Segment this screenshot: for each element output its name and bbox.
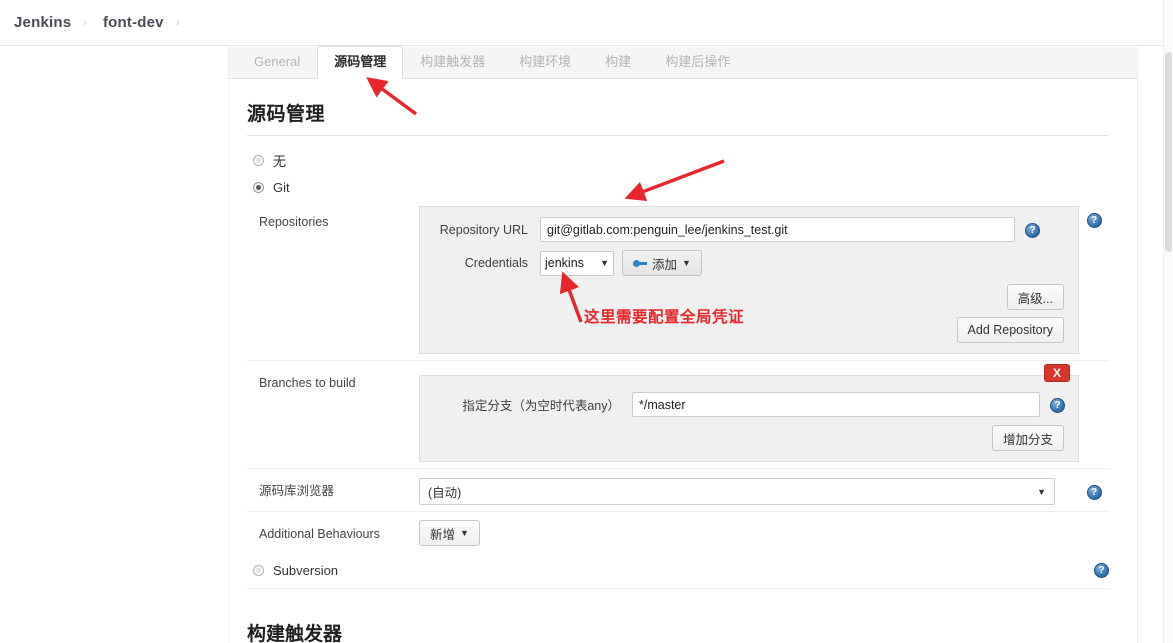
scm-option-subversion-label: Subversion <box>273 562 339 578</box>
additional-behaviours-row: Additional Behaviours 新增 ▼ <box>247 512 1109 552</box>
credentials-selected-value: jenkins <box>545 256 584 270</box>
repository-browser-label: 源码库浏览器 <box>259 484 335 498</box>
repository-url-help-icon[interactable]: ? <box>1025 222 1040 238</box>
config-tab-bar: General 源码管理 构建触发器 构建环境 构建 构建后操作 <box>229 46 1137 79</box>
scm-section: 源码管理 无 Git Repositories Repository URL g… <box>229 79 1137 643</box>
add-branch-button-row: 增加分支 <box>432 425 1066 451</box>
branches-label: Branches to build <box>259 376 356 390</box>
advanced-button[interactable]: 高级... <box>1006 284 1064 310</box>
branch-spec-help-icon[interactable]: ? <box>1050 397 1065 413</box>
page-scrollbar-thumb[interactable] <box>1165 52 1172 252</box>
add-repository-button-row: Add Repository <box>432 317 1066 343</box>
additional-behaviours-label: Additional Behaviours <box>259 527 380 541</box>
repository-browser-row: 源码库浏览器 (自动) ▼ ? <box>247 469 1109 512</box>
page-body: General 源码管理 构建触发器 构建环境 构建 构建后操作 源码管理 无 … <box>0 46 1173 643</box>
jenkins-job-config-page: Jenkins › font-dev › General 源码管理 构建触发器 … <box>0 0 1173 643</box>
chevron-down-icon: ▼ <box>600 258 609 268</box>
repository-url-label: Repository URL <box>439 222 528 237</box>
add-credentials-chevron-down-icon: ▼ <box>682 258 691 268</box>
branches-row: Branches to build X 指定分支（为空时代表any） ? <box>247 361 1109 469</box>
key-icon <box>633 259 647 268</box>
build-triggers-section-title: 构建触发器 <box>247 603 1109 643</box>
repository-browser-body: (自动) ▼ <box>419 469 1079 511</box>
advanced-button-row: 高级... <box>432 284 1066 317</box>
additional-behaviours-body: 新增 ▼ <box>419 512 1079 552</box>
repositories-label: Repositories <box>259 215 329 229</box>
subversion-help-icon[interactable]: ? <box>1094 563 1109 579</box>
scm-option-none-label: 无 <box>273 154 287 169</box>
repositories-row: Repositories Repository URL ? <box>247 200 1109 361</box>
credentials-row: Credentials jenkins ▼ 添加 ▼ <box>432 250 1066 276</box>
repository-browser-help-cell: ? <box>1079 469 1109 501</box>
additional-behaviours-help-cell <box>1079 512 1109 524</box>
scm-option-subversion[interactable]: Subversion ? <box>247 552 1109 590</box>
repositories-body: Repository URL ? Credentials jenkins <box>419 200 1079 360</box>
branch-block: X 指定分支（为空时代表any） ? 增加分支 <box>419 364 1079 462</box>
repositories-help-icon[interactable]: ? <box>1086 213 1102 229</box>
repository-browser-select[interactable]: (自动) ▼ <box>419 478 1055 505</box>
radio-subversion-icon[interactable] <box>253 564 264 576</box>
add-behaviour-label: 新增 <box>430 527 456 542</box>
delete-branch-button[interactable]: X <box>1044 364 1070 382</box>
breadcrumb-separator-icon: › <box>83 16 87 29</box>
branches-help-cell <box>1079 361 1109 373</box>
tab-general[interactable]: General <box>237 46 317 79</box>
add-repository-button[interactable]: Add Repository <box>956 317 1064 343</box>
repositories-help-cell: ? <box>1079 200 1109 229</box>
branch-spec-row: 指定分支（为空时代表any） ? <box>432 392 1066 417</box>
page-scrollbar[interactable] <box>1163 0 1173 643</box>
repository-block: Repository URL ? Credentials jenkins <box>419 206 1079 354</box>
tab-build-environment[interactable]: 构建环境 <box>502 46 588 79</box>
tab-post-build[interactable]: 构建后操作 <box>648 46 747 79</box>
repository-browser-selected-value: (自动) <box>428 486 462 500</box>
add-credentials-button[interactable]: 添加 ▼ <box>622 250 702 276</box>
radio-git-icon[interactable] <box>253 182 264 193</box>
add-credentials-label: 添加 <box>652 257 678 272</box>
credentials-select[interactable]: jenkins ▼ <box>540 250 614 276</box>
repository-url-input[interactable] <box>540 217 1015 242</box>
breadcrumb-item-jenkins[interactable]: Jenkins <box>8 14 77 31</box>
scm-option-none[interactable]: 无 <box>247 146 1109 175</box>
repository-url-row: Repository URL ? <box>432 217 1066 242</box>
tab-scm[interactable]: 源码管理 <box>317 46 404 79</box>
breadcrumb-item-font-dev[interactable]: font-dev <box>97 14 170 31</box>
breadcrumb: Jenkins › font-dev › <box>0 0 1173 46</box>
breadcrumb-separator-2-icon: › <box>175 16 180 29</box>
tab-build-triggers[interactable]: 构建触发器 <box>403 46 502 79</box>
tab-build[interactable]: 构建 <box>588 46 648 79</box>
scm-section-title: 源码管理 <box>247 85 1109 136</box>
add-behaviour-chevron-down-icon: ▼ <box>460 528 469 538</box>
credentials-label: Credentials <box>464 256 528 270</box>
repository-browser-help-icon[interactable]: ? <box>1086 485 1102 501</box>
branch-spec-input[interactable] <box>632 392 1040 417</box>
radio-none-icon[interactable] <box>253 155 264 166</box>
add-behaviour-button[interactable]: 新增 ▼ <box>419 520 480 546</box>
config-panel: General 源码管理 构建触发器 构建环境 构建 构建后操作 源码管理 无 … <box>228 46 1138 643</box>
add-branch-button[interactable]: 增加分支 <box>991 425 1064 451</box>
repository-browser-chevron-down-icon: ▼ <box>1037 486 1046 497</box>
scm-option-git[interactable]: Git <box>247 175 1109 200</box>
branch-spec-label: 指定分支（为空时代表any） <box>462 399 620 413</box>
annotation-note: 这里需要配置全局凭证 <box>584 308 745 326</box>
scm-option-git-label: Git <box>273 180 290 195</box>
branches-body: X 指定分支（为空时代表any） ? 增加分支 <box>419 361 1079 468</box>
